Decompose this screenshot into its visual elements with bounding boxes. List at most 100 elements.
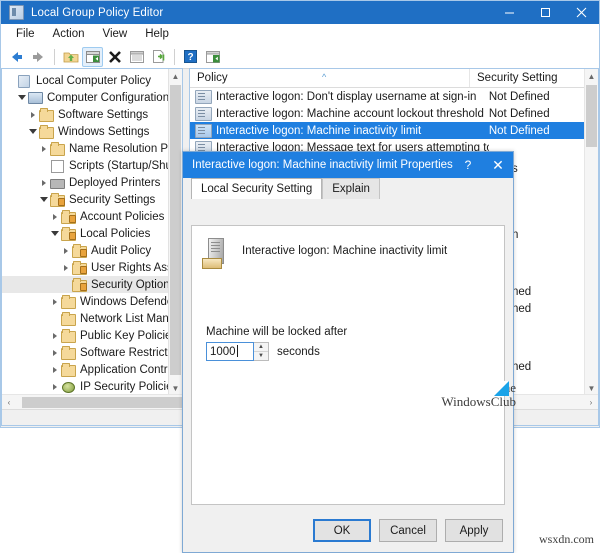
window-titlebar: Local Group Policy Editor: [1, 1, 599, 24]
tree-item-local-policies[interactable]: Local Policies: [2, 225, 169, 242]
tree-item-label: Scripts (Startup/Shutdown): [69, 159, 169, 172]
chevron-right-icon[interactable]: [27, 111, 39, 118]
tree-item-public-key-policies[interactable]: Public Key Policies: [2, 327, 169, 344]
tree-item-user-rights-assignment[interactable]: User Rights Assignment: [2, 259, 169, 276]
tree-item-application-control-policies[interactable]: Application Control Policies: [2, 361, 169, 378]
stepper-down-icon[interactable]: ▼: [254, 352, 268, 360]
filter-window-icon[interactable]: [202, 47, 223, 67]
chevron-right-icon[interactable]: [49, 349, 61, 356]
list-vertical-scrollbar[interactable]: ▲ ▼: [584, 69, 598, 395]
menu-action[interactable]: Action: [44, 25, 94, 43]
help-icon[interactable]: ?: [453, 152, 483, 178]
tree-item-deployed-printers[interactable]: Deployed Printers: [2, 174, 169, 191]
dialog-body: Local Security Setting Explain Interacti…: [183, 178, 513, 552]
tree-item-windows-defender-firewall[interactable]: Windows Defender Firewall: [2, 293, 169, 310]
maximize-icon[interactable]: [527, 1, 563, 24]
tree-item-security-options[interactable]: Security Options: [2, 276, 169, 293]
close-icon[interactable]: [563, 1, 599, 24]
cancel-button[interactable]: Cancel: [379, 519, 437, 542]
stepper-up-icon[interactable]: ▲: [254, 343, 268, 352]
dialog-close-icon[interactable]: ✕: [483, 152, 513, 178]
tree-hscroll-track[interactable]: [16, 396, 182, 408]
inactivity-limit-stepper[interactable]: ▲ ▼: [254, 342, 269, 361]
chevron-down-icon[interactable]: [16, 95, 28, 100]
forward-arrow-icon[interactable]: [28, 47, 49, 67]
policy-row[interactable]: Interactive logon: Don't display usernam…: [190, 88, 598, 105]
console-tree-icon[interactable]: [82, 46, 103, 67]
chevron-right-icon[interactable]: [38, 145, 50, 152]
chevron-down-icon[interactable]: [38, 197, 50, 202]
tree-item-name-resolution-policy[interactable]: Name Resolution Policy: [2, 140, 169, 157]
up-folder-icon[interactable]: [60, 47, 81, 67]
chevron-right-icon[interactable]: [49, 298, 61, 305]
column-header-security-setting-label: Security Setting: [477, 72, 558, 84]
tree-item-software-restriction-policies[interactable]: Software Restriction Policies: [2, 344, 169, 361]
list-scroll-up-icon[interactable]: ▲: [585, 69, 598, 83]
menubar: File Action View Help: [1, 24, 599, 45]
back-arrow-icon[interactable]: [6, 47, 27, 67]
menu-file[interactable]: File: [7, 25, 44, 43]
tree-item-scripts-startup-shutdown[interactable]: Scripts (Startup/Shutdown): [2, 157, 169, 174]
ok-button[interactable]: OK: [313, 519, 371, 542]
console-icon: [17, 74, 32, 88]
tree-scroll-thumb[interactable]: [170, 85, 181, 375]
tree-item-windows-settings[interactable]: Windows Settings: [2, 123, 169, 140]
window-title: Local Group Policy Editor: [31, 6, 164, 19]
policy-row[interactable]: Interactive logon: Machine account locko…: [190, 105, 598, 122]
tree-item-computer-configuration[interactable]: Computer Configuration: [2, 89, 169, 106]
toolbar-separator: [54, 48, 55, 65]
column-header-policy[interactable]: Policy ^: [190, 69, 470, 87]
menu-help[interactable]: Help: [136, 25, 178, 43]
chevron-right-icon[interactable]: [38, 179, 50, 186]
properties-dialog: Interactive logon: Machine inactivity li…: [182, 151, 514, 553]
chevron-down-icon[interactable]: [27, 129, 39, 134]
tree-vertical-scrollbar[interactable]: ▲ ▼: [168, 69, 182, 395]
scroll-left-icon[interactable]: ‹: [2, 398, 16, 407]
screenshot-root: Local Group Policy Editor File Action Vi…: [0, 0, 600, 553]
chevron-right-icon[interactable]: [49, 383, 61, 390]
security-folder-icon: [61, 210, 76, 224]
help-question-icon[interactable]: ?: [180, 47, 201, 67]
menu-view[interactable]: View: [94, 25, 137, 43]
chevron-down-icon[interactable]: [49, 231, 61, 236]
chevron-right-icon[interactable]: [49, 332, 61, 339]
dialog-button-row: OK Cancel Apply: [313, 519, 503, 542]
chevron-right-icon[interactable]: [49, 213, 61, 220]
tree-item-network-list-manager-policies[interactable]: Network List Manager Policies: [2, 310, 169, 327]
properties-icon[interactable]: [126, 47, 147, 67]
delete-x-icon[interactable]: [104, 47, 125, 67]
scroll-up-icon[interactable]: ▲: [169, 69, 182, 83]
tree-horizontal-scrollbar[interactable]: ‹ ›: [2, 394, 182, 409]
export-icon[interactable]: [148, 47, 169, 67]
policy-setting-icon: [195, 123, 212, 138]
minimize-icon[interactable]: [491, 1, 527, 24]
tree-item-audit-policy[interactable]: Audit Policy: [2, 242, 169, 259]
tree-item-software-settings[interactable]: Software Settings: [2, 106, 169, 123]
chevron-right-icon[interactable]: [60, 247, 72, 254]
security-folder-icon: [72, 278, 87, 292]
tree-item-ip-security-policies-on-local-co[interactable]: IP Security Policies on Local Co: [2, 378, 169, 395]
tree-item-account-policies[interactable]: Account Policies: [2, 208, 169, 225]
tab-local-security-setting[interactable]: Local Security Setting: [191, 178, 323, 199]
policy-row[interactable]: Interactive logon: Machine inactivity li…: [190, 122, 598, 139]
tree-item-local-computer-policy[interactable]: Local Computer Policy: [2, 72, 169, 89]
tree-hscroll-thumb[interactable]: [22, 396, 182, 408]
list-scroll-down-icon[interactable]: ▼: [585, 381, 598, 395]
list-scroll-thumb[interactable]: [586, 85, 597, 147]
dialog-titlebar: Interactive logon: Machine inactivity li…: [183, 152, 513, 178]
tree-scroll-area: Local Computer Policy Computer Configurat…: [2, 69, 169, 395]
window-controls: [491, 1, 599, 24]
tab-explain[interactable]: Explain: [322, 178, 380, 199]
inactivity-limit-input[interactable]: 1000: [206, 342, 254, 361]
folder-icon: [50, 142, 65, 156]
chevron-right-icon[interactable]: [49, 366, 61, 373]
policy-name-cell: Interactive logon: Don't display usernam…: [216, 90, 477, 103]
tree-item-security-settings[interactable]: Security Settings: [2, 191, 169, 208]
tree-item-label: Audit Policy: [91, 244, 152, 257]
list-scroll-right-icon[interactable]: ›: [584, 398, 598, 407]
folder-icon: [61, 329, 76, 343]
apply-button[interactable]: Apply: [445, 519, 503, 542]
column-header-security-setting[interactable]: Security Setting: [470, 69, 585, 87]
chevron-right-icon[interactable]: [60, 264, 72, 271]
scroll-down-icon[interactable]: ▼: [169, 381, 182, 395]
